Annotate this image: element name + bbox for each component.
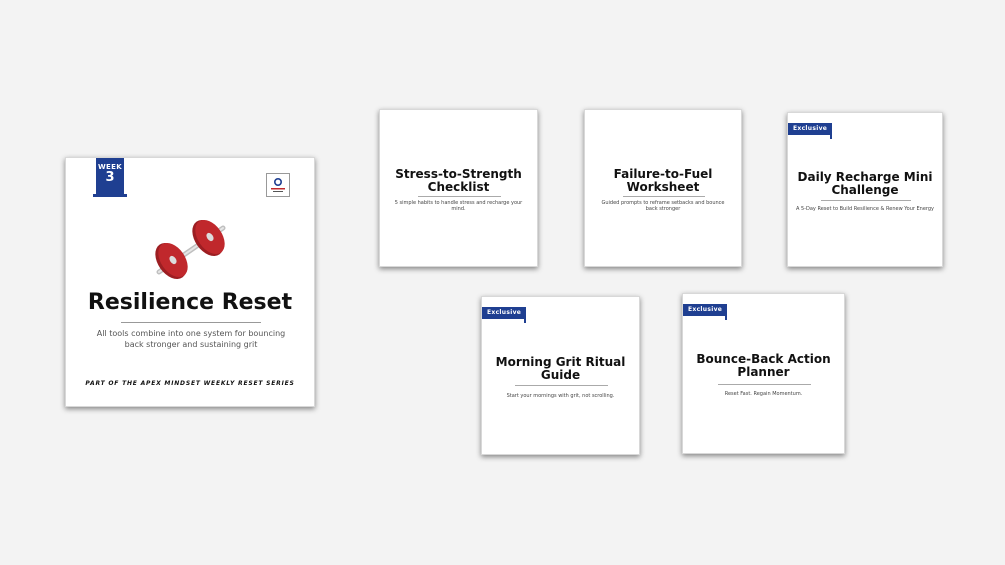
exclusive-badge-edge <box>830 123 832 139</box>
card-divider <box>718 384 811 385</box>
card-description: A 5-Day Reset to Build Resilience & Rene… <box>795 206 935 212</box>
main-product-card[interactable]: WEEK 3 Resilience Reset All tools combin… <box>65 157 315 407</box>
product-card-daily-recharge[interactable]: Exclusive Daily Recharge Mini Challenge … <box>787 112 943 267</box>
exclusive-badge-edge <box>725 304 727 320</box>
exclusive-badge-edge <box>524 307 526 323</box>
exclusive-badge: Exclusive <box>788 123 830 135</box>
card-description: Start your mornings with grit, not scrol… <box>506 393 615 399</box>
product-card-bounce-back[interactable]: Exclusive Bounce-Back Action Planner Res… <box>682 293 845 454</box>
week-number: 3 <box>105 170 115 185</box>
exclusive-badge: Exclusive <box>683 304 725 316</box>
card-description: Guided prompts to reframe setbacks and b… <box>601 200 725 212</box>
week-badge: WEEK 3 <box>96 158 124 196</box>
card-divider <box>515 385 608 386</box>
card-divider <box>821 200 911 201</box>
brand-logo-icon <box>266 173 290 197</box>
week-badge-base <box>93 194 127 197</box>
product-card-failure-to-fuel[interactable]: Failure-to-Fuel Worksheet Guided prompts… <box>584 109 742 267</box>
card-title: Bounce-Back Action Planner <box>696 352 831 379</box>
series-footer: PART OF THE APEX MINDSET WEEKLY RESET SE… <box>85 380 295 387</box>
product-card-morning-grit[interactable]: Exclusive Morning Grit Ritual Guide Star… <box>481 296 640 455</box>
card-divider <box>623 196 705 197</box>
card-title: Stress-to-Strength Checklist <box>395 167 522 194</box>
card-divider <box>418 196 501 197</box>
card-description: Reset Fast. Regain Momentum. <box>724 391 803 397</box>
main-title: Resilience Reset <box>87 290 293 315</box>
main-subtitle: All tools combine into one system for bo… <box>96 329 286 349</box>
title-divider <box>121 322 261 323</box>
card-title: Morning Grit Ritual Guide <box>495 355 626 382</box>
product-card-stress-to-strength[interactable]: Stress-to-Strength Checklist 5 simple ha… <box>379 109 538 267</box>
card-title: Failure-to-Fuel Worksheet <box>613 167 713 194</box>
dumbbell-icon <box>151 216 231 282</box>
exclusive-badge: Exclusive <box>482 307 524 319</box>
card-title: Daily Recharge Mini Challenge <box>797 170 933 197</box>
card-description: 5 simple habits to handle stress and rec… <box>394 200 523 212</box>
